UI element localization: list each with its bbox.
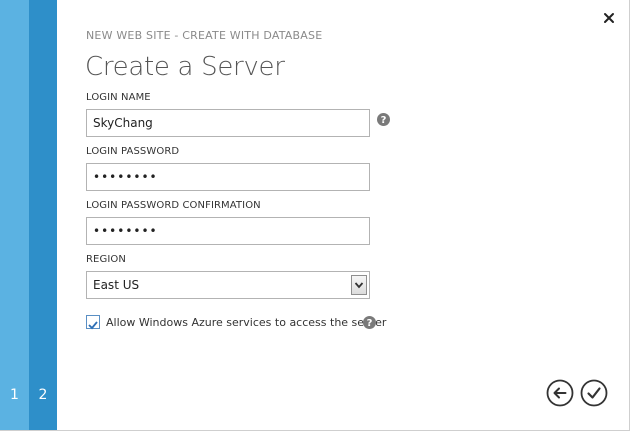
step-1-number: 1 [10, 387, 19, 403]
help-icon[interactable]: ? [363, 314, 376, 329]
allow-azure-label: Allow Windows Azure services to access t… [106, 316, 387, 329]
step-1[interactable]: 1 [0, 0, 29, 430]
complete-button[interactable] [580, 379, 608, 407]
svg-text:?: ? [367, 318, 373, 329]
region-label: REGION [86, 254, 126, 265]
wizard-dialog: 1 2 NEW WEB SITE - CREATE WITH DATABASE … [0, 0, 630, 431]
login-password-label: LOGIN PASSWORD [86, 146, 180, 157]
login-name-label: LOGIN NAME [86, 92, 151, 103]
login-password-confirm-input[interactable]: •••••••• [86, 217, 370, 245]
step-strip: 1 2 [0, 0, 57, 430]
login-password-input[interactable]: •••••••• [86, 163, 370, 191]
allow-azure-checkbox[interactable] [86, 315, 100, 330]
checkmark-icon [580, 379, 608, 407]
chevron-down-icon[interactable] [351, 275, 367, 295]
login-name-input[interactable] [86, 109, 370, 137]
page-title: Create a Server [85, 52, 285, 82]
back-arrow-icon [546, 379, 574, 407]
wizard-subtitle: NEW WEB SITE - CREATE WITH DATABASE [86, 29, 323, 42]
region-select[interactable]: East US [86, 271, 370, 299]
svg-text:?: ? [381, 115, 387, 126]
back-button[interactable] [546, 379, 574, 407]
step-2-number: 2 [38, 387, 48, 403]
close-icon[interactable] [601, 10, 617, 26]
login-password-confirm-label: LOGIN PASSWORD CONFIRMATION [86, 200, 261, 211]
step-2[interactable]: 2 [29, 0, 57, 430]
help-icon[interactable]: ? [377, 111, 390, 126]
region-value: East US [93, 278, 140, 292]
